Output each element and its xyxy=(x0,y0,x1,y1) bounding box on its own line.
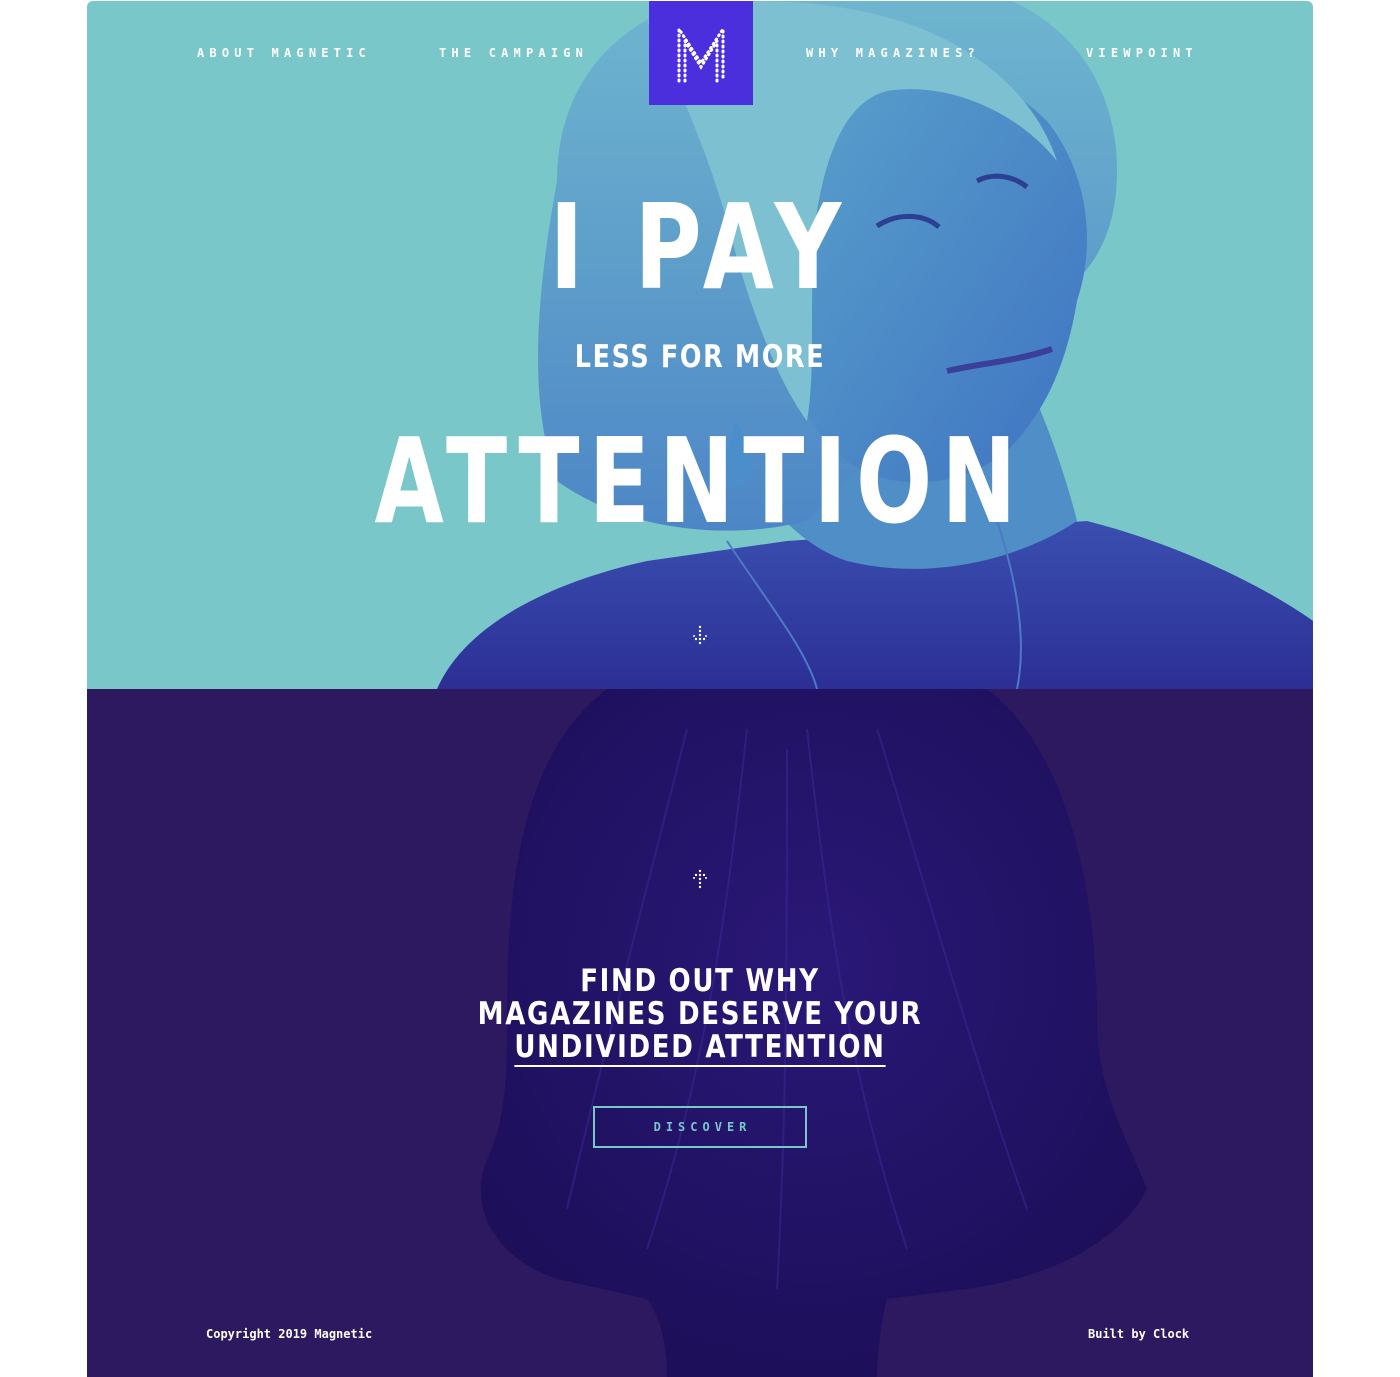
page: ABOUT MAGNETIC THE CAMPAIGN WHY MAGAZINE… xyxy=(87,1,1313,1377)
hero-section: ABOUT MAGNETIC THE CAMPAIGN WHY MAGAZINE… xyxy=(87,1,1313,689)
cta-line-1: FIND OUT WHY xyxy=(580,963,820,999)
dotted-arrow-up-icon[interactable] xyxy=(692,866,708,890)
nav-the-campaign[interactable]: THE CAMPAIGN xyxy=(439,46,588,60)
footer-copyright: Copyright 2019 Magnetic xyxy=(206,1327,373,1341)
headline-top: I PAY xyxy=(549,178,851,316)
nav-about-magnetic[interactable]: ABOUT MAGNETIC xyxy=(197,46,371,60)
footer-credit-link[interactable]: Built by Clock xyxy=(1088,1327,1189,1341)
cta-line-2: MAGAZINES DESERVE YOUR xyxy=(477,996,923,1032)
cta-heading: FIND OUT WHY MAGAZINES DESERVE YOUR UNDI… xyxy=(185,965,1215,1067)
discover-button[interactable]: DISCOVER xyxy=(593,1106,807,1148)
nav-why-magazines[interactable]: WHY MAGAZINES? xyxy=(806,46,980,60)
headline-middle: LESS FOR MORE xyxy=(574,339,826,375)
magnetic-logo[interactable] xyxy=(649,1,753,105)
lower-section: FIND OUT WHY MAGAZINES DESERVE YOUR UNDI… xyxy=(87,689,1313,1377)
dotted-arrow-down-icon[interactable] xyxy=(692,624,708,648)
cta-line-3-link[interactable]: UNDIVIDED ATTENTION xyxy=(514,1031,886,1067)
headline-bottom: ATTENTION xyxy=(374,412,1026,550)
magnetic-m-logo-icon xyxy=(677,23,725,83)
nav-viewpoint[interactable]: VIEWPOINT xyxy=(1086,46,1198,60)
